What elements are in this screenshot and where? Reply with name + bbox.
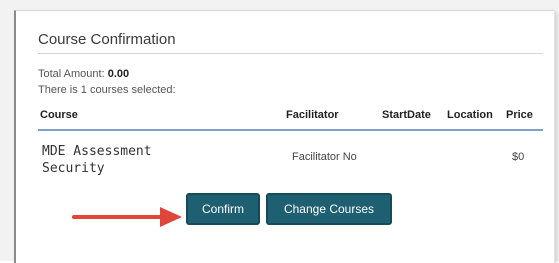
total-amount-label: Total Amount: [38, 68, 105, 80]
total-amount: Total Amount: 0.00 [38, 68, 129, 80]
total-amount-value: 0.00 [107, 68, 130, 80]
column-header-facilitator: Facilitator [286, 109, 339, 121]
price-cell: $0 [512, 151, 525, 163]
panel-title: Course Confirmation [38, 31, 176, 48]
column-header-course: Course [40, 109, 78, 121]
courses-selected-text: There is 1 courses selected: [38, 84, 176, 96]
title-divider [38, 53, 543, 54]
confirm-button[interactable]: Confirm [186, 193, 260, 225]
column-header-price: Price [506, 109, 533, 121]
table-header-divider [38, 129, 543, 131]
column-header-location: Location [447, 109, 493, 121]
course-name-cell: MDE Assessment Security [42, 144, 152, 176]
red-arrow-right-icon [72, 207, 182, 227]
course-confirmation-panel: Course Confirmation Total Amount: 0.00 T… [14, 10, 555, 263]
column-header-start-date: StartDate [382, 109, 431, 121]
table-header: Course Facilitator StartDate Location Pr… [38, 109, 543, 127]
change-courses-button[interactable]: Change Courses [266, 193, 392, 225]
facilitator-cell: Facilitator No [292, 151, 357, 163]
table-row: MDE Assessment Security Facilitator No $… [38, 143, 543, 183]
